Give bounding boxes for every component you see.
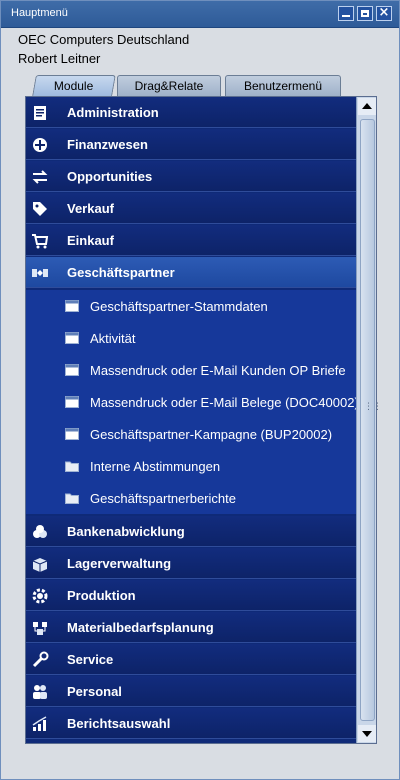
business-partner-icon xyxy=(32,269,48,277)
minimize-icon xyxy=(342,15,350,17)
sub-item-kampagne[interactable]: Geschäftspartner-Kampagne (BUP20002) xyxy=(26,418,356,450)
maximize-icon xyxy=(361,10,369,17)
main-menu-window: Hauptmenü × OEC Computers Deutschland Ro… xyxy=(0,0,400,780)
menu-item-label: Finanzwesen xyxy=(67,137,148,152)
maximize-button[interactable] xyxy=(357,6,373,21)
tab-benutzermenue[interactable]: Benutzermenü xyxy=(225,75,341,96)
folder-icon xyxy=(65,461,79,472)
menu-item-label: Materialbedarfsplanung xyxy=(67,620,214,635)
sub-item-massendruck-belege[interactable]: Massendruck oder E-Mail Belege (DOC40002… xyxy=(26,386,359,418)
sub-item-aktivitaet[interactable]: Aktivität xyxy=(26,322,356,354)
form-window-icon xyxy=(65,396,79,408)
sub-item-label: Massendruck oder E-Mail Kunden OP Briefe xyxy=(90,363,346,378)
arrow-up-icon xyxy=(362,103,372,109)
tab-label: Benutzermenü xyxy=(243,79,323,93)
menu-item-label: Geschäftspartner xyxy=(67,265,175,280)
production-gear-icon xyxy=(32,588,48,604)
tab-label: Drag&Relate xyxy=(134,79,204,93)
window-title: Hauptmenü xyxy=(11,7,68,19)
menu-item-label: Einkauf xyxy=(67,233,114,248)
menu-item-administration[interactable]: Administration xyxy=(26,97,356,128)
sub-item-label: Geschäftspartner-Stammdaten xyxy=(90,299,268,314)
form-window-icon xyxy=(65,364,79,376)
menu-item-opportunities[interactable]: Opportunities xyxy=(26,161,356,192)
menu-item-bankenabwicklung[interactable]: Bankenabwicklung xyxy=(26,516,356,547)
sub-item-geschaeftspartnerberichte[interactable]: Geschäftspartnerberichte xyxy=(26,482,356,514)
tab-label: Module xyxy=(54,79,94,93)
sub-item-label: Geschäftspartnerberichte xyxy=(90,491,236,506)
company-name: OEC Computers Deutschland xyxy=(18,32,190,47)
menu-item-label: Verkauf xyxy=(67,201,114,216)
title-bar[interactable]: Hauptmenü × xyxy=(1,1,399,28)
form-window-icon xyxy=(65,332,79,344)
user-name: Robert Leitner xyxy=(18,51,101,66)
form-window-icon xyxy=(65,428,79,440)
menu-item-label: Produktion xyxy=(67,588,136,603)
resize-grip-icon[interactable]: ⋮⋮ xyxy=(364,402,382,412)
module-menu: Administration Finanzwesen Opportunities… xyxy=(25,96,377,744)
menu-item-lagerverwaltung[interactable]: Lagerverwaltung xyxy=(26,548,356,579)
administration-icon xyxy=(34,106,46,120)
sub-item-interne-abstimmungen[interactable]: Interne Abstimmungen xyxy=(26,450,356,482)
sub-item-label: Aktivität xyxy=(90,331,136,346)
scroll-down-button[interactable] xyxy=(358,725,376,742)
close-button[interactable]: × xyxy=(376,5,392,21)
close-icon: × xyxy=(378,5,390,20)
menu-item-materialbedarfsplanung[interactable]: Materialbedarfsplanung xyxy=(26,612,356,643)
sub-item-label: Geschäftspartner-Kampagne (BUP20002) xyxy=(90,427,333,442)
sub-item-label: Interne Abstimmungen xyxy=(90,459,221,474)
shopping-cart-icon xyxy=(32,234,49,249)
form-window-icon xyxy=(65,300,79,312)
sub-item-label: Massendruck oder E-Mail Belege (DOC40002… xyxy=(90,395,359,410)
menu-item-label: Administration xyxy=(67,105,159,120)
tab-drag-relate[interactable]: Drag&Relate xyxy=(117,75,221,96)
menu-item-geschaeftspartner[interactable]: Geschäftspartner xyxy=(26,257,356,288)
menu-item-verkauf[interactable]: Verkauf xyxy=(26,193,356,224)
service-wrench-icon xyxy=(32,651,49,668)
minimize-button[interactable] xyxy=(338,6,354,21)
scroll-thumb[interactable] xyxy=(360,119,375,721)
scroll-up-button[interactable] xyxy=(358,98,376,115)
menu-item-label: Bankenabwicklung xyxy=(67,524,185,539)
vertical-scrollbar[interactable] xyxy=(356,97,376,743)
banking-icon xyxy=(33,525,47,538)
menu-item-label: Opportunities xyxy=(67,169,153,184)
menu-item-berichtsauswahl[interactable]: Berichtsauswahl xyxy=(26,708,356,739)
mrp-icon xyxy=(33,622,47,635)
menu-item-einkauf[interactable]: Einkauf xyxy=(26,225,356,256)
menu-item-label: Personal xyxy=(67,684,122,699)
menu-item-label: Berichtsauswahl xyxy=(67,716,171,731)
sales-tag-icon xyxy=(33,202,47,216)
inventory-icon xyxy=(32,558,48,572)
menu-item-label: Service xyxy=(67,652,114,667)
reports-chart-icon xyxy=(32,716,47,731)
menu-item-service[interactable]: Service xyxy=(26,644,356,675)
personnel-icon xyxy=(33,685,47,699)
folder-icon xyxy=(65,493,79,504)
finance-icon xyxy=(33,138,47,152)
menu-item-finanzwesen[interactable]: Finanzwesen xyxy=(26,129,356,160)
menu-item-label: Lagerverwaltung xyxy=(67,556,172,571)
sub-item-massendruck-op-briefe[interactable]: Massendruck oder E-Mail Kunden OP Briefe xyxy=(26,354,356,386)
sub-item-stammdaten[interactable]: Geschäftspartner-Stammdaten xyxy=(26,290,356,322)
opportunities-icon xyxy=(32,170,48,184)
arrow-down-icon xyxy=(362,731,372,737)
menu-item-produktion[interactable]: Produktion xyxy=(26,580,356,611)
tab-module[interactable]: Module xyxy=(32,75,116,96)
menu-item-personal[interactable]: Personal xyxy=(26,676,356,707)
